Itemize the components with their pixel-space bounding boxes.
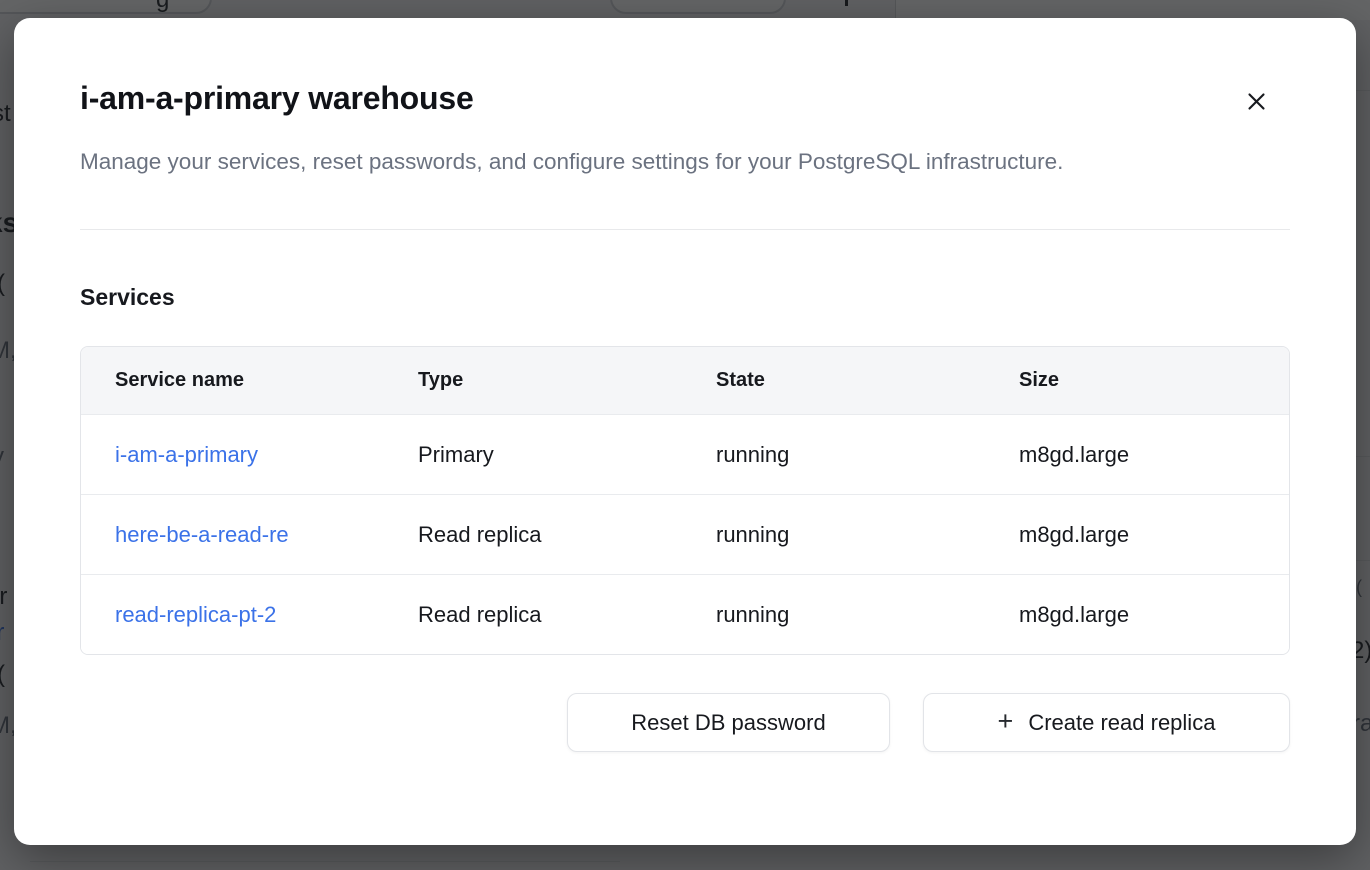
service-state-cell: running	[716, 602, 1019, 628]
table-row: read-replica-pt-2 Read replica running m…	[81, 574, 1289, 654]
services-table: Service name Type State Size i-am-a-prim…	[80, 346, 1290, 655]
warehouse-dialog: i-am-a-primary warehouse Manage your ser…	[14, 18, 1356, 845]
table-row: here-be-a-read-re Read replica running m…	[81, 494, 1289, 574]
services-heading: Services	[80, 282, 1290, 312]
service-state-cell: running	[716, 522, 1019, 548]
reset-db-password-button[interactable]: Reset DB password	[567, 693, 890, 752]
create-read-replica-label: Create read replica	[1028, 710, 1215, 736]
column-header-size: Size	[1019, 369, 1289, 392]
service-name-cell: here-be-a-read-re	[115, 522, 359, 548]
column-header-type: Type	[418, 369, 716, 392]
service-link[interactable]: i-am-a-primary	[115, 442, 258, 467]
plus-icon: +	[998, 708, 1014, 735]
dialog-footer: Reset DB password + Create read replica	[80, 693, 1290, 752]
service-name-cell: i-am-a-primary	[115, 442, 359, 468]
dialog-description: Manage your services, reset passwords, a…	[80, 140, 1080, 183]
table-row: i-am-a-primary Primary running m8gd.larg…	[81, 414, 1289, 494]
service-type-cell: Primary	[418, 442, 716, 468]
close-icon	[1246, 91, 1267, 115]
service-size-cell: m8gd.large	[1019, 602, 1289, 628]
column-header-service-name: Service name	[115, 369, 418, 392]
close-button[interactable]	[1241, 88, 1271, 118]
service-size-cell: m8gd.large	[1019, 522, 1289, 548]
service-type-cell: Read replica	[418, 602, 716, 628]
create-read-replica-button[interactable]: + Create read replica	[923, 693, 1290, 752]
service-type-cell: Read replica	[418, 522, 716, 548]
service-link[interactable]: here-be-a-read-re	[115, 522, 289, 547]
table-header-row: Service name Type State Size	[81, 347, 1289, 414]
section-divider	[80, 229, 1290, 230]
service-size-cell: m8gd.large	[1019, 442, 1289, 468]
column-header-state: State	[716, 369, 1019, 392]
service-link[interactable]: read-replica-pt-2	[115, 602, 276, 627]
service-name-cell: read-replica-pt-2	[115, 602, 359, 628]
service-state-cell: running	[716, 442, 1019, 468]
reset-db-password-label: Reset DB password	[631, 710, 825, 736]
dialog-title: i-am-a-primary warehouse	[80, 18, 1290, 118]
